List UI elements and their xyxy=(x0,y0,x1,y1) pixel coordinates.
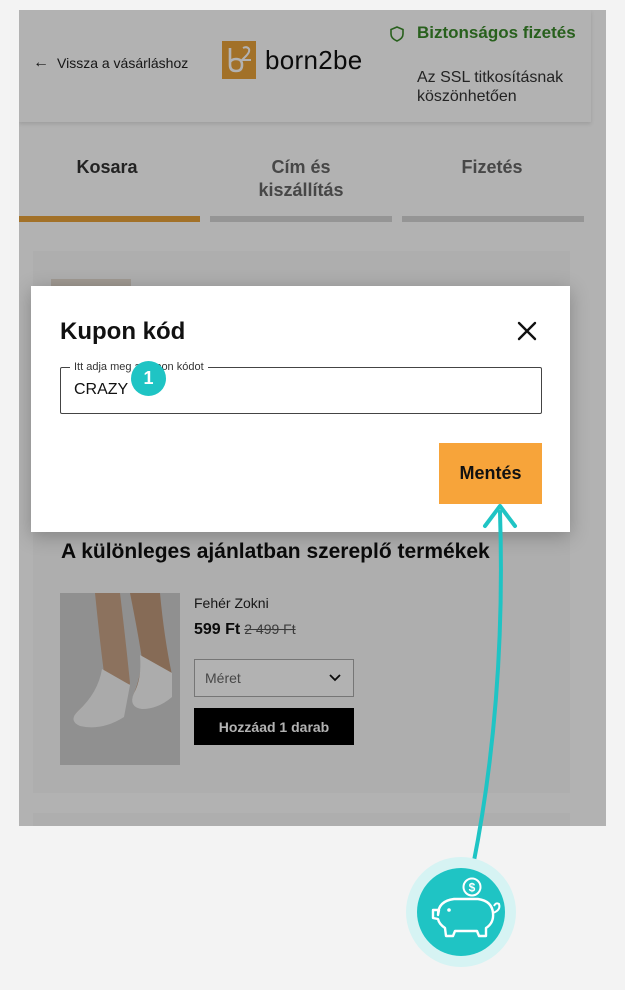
close-icon[interactable] xyxy=(516,320,538,342)
svg-text:$: $ xyxy=(469,881,476,895)
step-number-badge: 1 xyxy=(131,361,166,396)
coupon-modal: Kupon kód Itt adja meg a kupon kódot Men… xyxy=(31,286,570,532)
piggy-bank-icon: $ xyxy=(406,857,516,967)
checkout-screen: ← Vissza a vásárláshoz born2be Biztonság… xyxy=(19,10,606,826)
modal-title: Kupon kód xyxy=(60,318,186,345)
save-button[interactable]: Mentés xyxy=(439,443,542,504)
